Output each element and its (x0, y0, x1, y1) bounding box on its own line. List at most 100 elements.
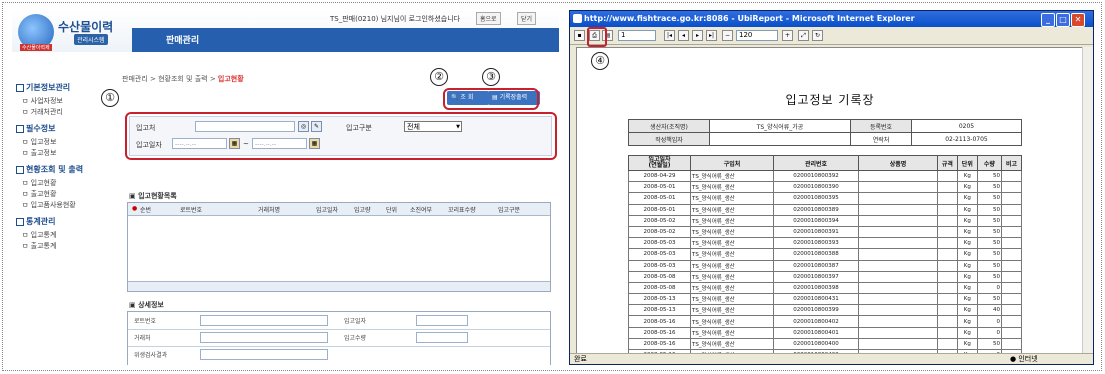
table-cell (936, 214, 958, 227)
sidebar-item-inbound-usage[interactable]: ㅁ 입고품사용현황 (22, 200, 76, 210)
home-button[interactable]: 홈으로 (476, 12, 501, 25)
sidebar-item-business-info[interactable]: ㅁ 사업자정보 (22, 96, 63, 106)
table-row: 2008-05-08 TS_양식어류_생산 0200010800398 Kg 0 (628, 281, 1023, 295)
status-zone: ● 인터넷 (1010, 355, 1038, 363)
report-toolbar: ▪ ⎙ ▤ 1 |◂ ◂ ▸ ▸| − 120 + ⤢ ↻ (570, 27, 1093, 45)
first-page-icon[interactable]: |◂ (664, 30, 675, 41)
table-cell: 0200010800402 (772, 315, 860, 328)
report-vertical-scrollbar[interactable] (1082, 47, 1093, 353)
table-cell: 0200010800388 (772, 248, 860, 261)
table-cell: 2008-05-01 (628, 192, 691, 205)
writer-label: 작성책임자 (628, 132, 710, 146)
table-cell: 2008-05-08 (628, 270, 691, 283)
detail-hygiene-field[interactable] (200, 349, 328, 360)
table-row: 2008-05-03 TS_양식어류_생산 0200010800393 Kg 50 (628, 237, 1023, 250)
table-cell: Kg (956, 248, 978, 261)
table-cell: 2008-04-29 (628, 169, 691, 183)
table-cell: TS_양식어류_생산 (689, 293, 774, 306)
detail-client-field[interactable] (200, 332, 328, 343)
table-cell (1000, 304, 1023, 317)
table-cell: 0200010800397 (772, 270, 860, 283)
grid-col-qty[interactable]: 입고량 (354, 205, 371, 214)
nav-sales-management[interactable]: 판매관리 (166, 33, 199, 46)
fit-page-icon[interactable]: ⤢ (798, 30, 809, 41)
marker-3: ③ (482, 68, 500, 86)
table-cell (936, 169, 958, 183)
col-qty: 수량 (976, 155, 1002, 171)
page-select[interactable]: 1 (618, 30, 656, 41)
sidebar-item-inbound-info[interactable]: ㅁ 입고정보 (22, 137, 56, 147)
table-row: 2008-05-01 TS_양식어류_생산 0200010800390 Kg 50 (628, 181, 1023, 194)
sidebar-item-inbound-status[interactable]: ㅁ 입고현황 (22, 178, 56, 188)
last-page-icon[interactable]: ▸| (706, 30, 717, 41)
zoom-in-icon[interactable]: + (782, 30, 793, 41)
prev-page-icon[interactable]: ◂ (678, 30, 689, 41)
detail-lot-field[interactable] (200, 315, 328, 326)
detail-row: 로트번호 입고일자 (128, 312, 550, 330)
table-cell: 50 (976, 203, 1002, 216)
table-row: 2008-05-08 TS_양식어류_생산 0200010800397 Kg 50 (628, 270, 1023, 283)
grid-col-lot[interactable]: 로트번호 (180, 205, 202, 214)
detail-date-field[interactable] (416, 315, 468, 326)
sidebar-group-statistics[interactable]: 통계관리 (16, 216, 55, 227)
table-cell: 50 (976, 181, 1002, 194)
trace-app-window: 수산물이력 관리시스템 수산물이력제 TS_판매(0210) 님지님이 로그인하… (12, 10, 559, 365)
sidebar-item-inbound-stats[interactable]: ㅁ 입고통계 (22, 230, 56, 240)
report-header-row: 입고일자 (연월일) 구입처 관리번호 상품명 규격 단위 수량 비고 (628, 155, 1023, 171)
grid-col-unit[interactable]: 단위 (386, 205, 397, 214)
grid-col-tag-qty[interactable]: 꼬리표수량 (448, 205, 476, 214)
grid-col-client[interactable]: 거래처명 (258, 205, 280, 214)
table-cell (936, 237, 958, 250)
table-cell: 2008-05-01 (628, 203, 691, 216)
table-cell: 2008-05-03 (628, 237, 691, 250)
detail-label-date: 입고일자 (344, 318, 367, 325)
grid-col-date[interactable]: 입고일자 (316, 205, 338, 214)
table-cell (1000, 259, 1023, 272)
grid-col-seq[interactable]: 순번 (140, 205, 151, 214)
minimize-button[interactable]: _ (1041, 13, 1055, 27)
table-cell (858, 281, 938, 295)
report-title: 입고정보 기록장 (785, 93, 875, 107)
main-nav: 판매관리 (132, 28, 559, 52)
sidebar-item-outbound-info[interactable]: ㅁ 출고정보 (22, 148, 56, 158)
save-icon[interactable]: ▪ (574, 30, 585, 41)
breadcrumb: 판매관리 > 현황조회 및 출력 > 입고현황 (122, 75, 244, 83)
table-row: 2008-05-16 TS_양식어류_생산 0200010800400 Kg 50 (628, 337, 1023, 351)
table-cell: 0200010800431 (772, 293, 860, 306)
table-cell (858, 181, 938, 194)
col-product: 상품명 (858, 155, 938, 171)
maximize-button[interactable]: □ (1056, 13, 1070, 27)
table-cell: 2008-05-02 (628, 225, 691, 239)
table-cell: TS_양식어류_생산 (689, 326, 774, 339)
close-button[interactable]: ✕ (1071, 13, 1085, 27)
table-cell: 0200010800390 (772, 181, 860, 194)
zoom-select[interactable]: 120 (736, 30, 778, 41)
grid-col-consumed[interactable]: 소진여부 (410, 205, 432, 214)
inbound-status-grid[interactable]: ● 순번 로트번호 거래처명 입고일자 입고량 단위 소진여부 꼬리표수량 입고… (127, 202, 551, 292)
sidebar-item-client-management[interactable]: ㅁ 거래처관리 (22, 107, 63, 117)
table-cell (936, 192, 958, 205)
sidebar-item-outbound-status[interactable]: ㅁ 출고현황 (22, 189, 56, 199)
table-cell: TS_양식어류_생산 (689, 169, 774, 183)
grid-col-type[interactable]: 입고구분 (498, 205, 520, 214)
table-cell: Kg (956, 237, 978, 250)
sidebar-group-status-output[interactable]: 현황조회 및 출력 (16, 164, 83, 175)
report-page: ④ 입고정보 기록장 생산자(조직명) TS_양식어류_가공 등록번호 0205… (576, 47, 1084, 355)
table-cell (858, 248, 938, 261)
ie-title-bar: http://www.fishtrace.go.kr:8086 - UbiRep… (570, 11, 1093, 27)
refresh-icon[interactable]: ↻ (812, 30, 823, 41)
sort-indicator-icon: ● (132, 205, 138, 212)
grid-horizontal-scrollbar[interactable] (128, 281, 550, 291)
sidebar-group-required-info[interactable]: 필수정보 (16, 123, 55, 134)
ie-title-text: http://www.fishtrace.go.kr:8086 - UbiRep… (584, 14, 915, 23)
next-page-icon[interactable]: ▸ (692, 30, 703, 41)
detail-qty-field[interactable] (416, 332, 468, 343)
buttons-highlight (443, 88, 539, 110)
exit-button[interactable]: 닫기 (517, 12, 537, 25)
sidebar-item-outbound-stats[interactable]: ㅁ 출고통계 (22, 241, 56, 251)
table-cell (858, 337, 938, 351)
zoom-out-icon[interactable]: − (722, 30, 733, 41)
sidebar-group-basic-info[interactable]: 기본정보관리 (16, 82, 70, 93)
table-row: 2008-05-02 TS_양식어류_생산 0200010800394 Kg 50 (628, 214, 1023, 227)
table-cell: TS_양식어류_생산 (689, 259, 774, 272)
